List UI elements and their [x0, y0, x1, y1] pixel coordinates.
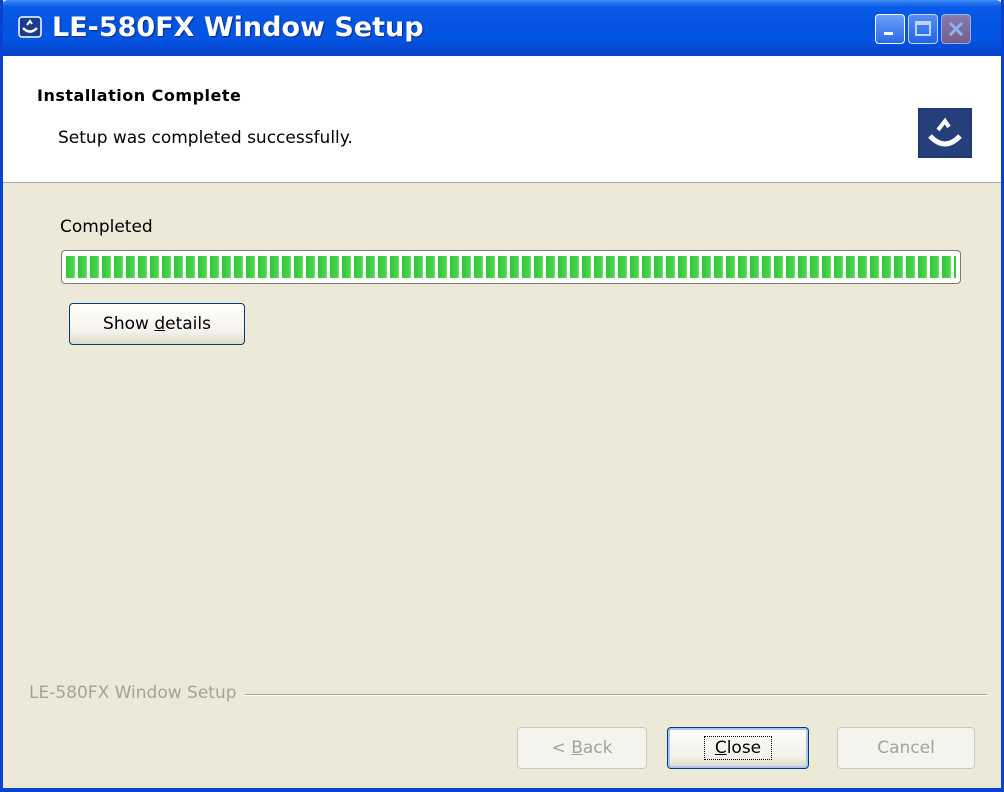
- app-icon: [18, 16, 42, 38]
- page-title: Installation Complete: [37, 86, 242, 105]
- title-bar[interactable]: LE-580FX Window Setup: [3, 0, 1001, 56]
- minimize-icon: [884, 32, 893, 35]
- maximize-button[interactable]: [908, 14, 938, 44]
- window-title: LE-580FX Window Setup: [52, 12, 424, 43]
- back-label: < Back: [551, 738, 613, 758]
- show-details-label: Show details: [103, 314, 211, 334]
- show-details-button[interactable]: Show details: [69, 303, 245, 345]
- minimize-button[interactable]: [875, 14, 905, 44]
- maximize-icon: [915, 21, 931, 36]
- header-panel: Installation Complete Setup was complete…: [3, 56, 1001, 183]
- install-progress-bar: [61, 250, 961, 284]
- progress-status-label: Completed: [60, 217, 153, 237]
- footer-branding: LE-580FX Window Setup: [29, 683, 245, 703]
- setup-window: LE-580FX Window Setup Installation Compl…: [0, 0, 1004, 792]
- progress-fill: [66, 256, 956, 278]
- close-button[interactable]: Close: [667, 727, 809, 769]
- setup-logo-icon: [918, 108, 972, 158]
- page-subtitle: Setup was completed successfully.: [58, 128, 353, 148]
- back-button[interactable]: < Back: [517, 727, 647, 769]
- close-label: Close: [703, 736, 773, 760]
- cancel-button[interactable]: Cancel: [837, 727, 975, 769]
- close-window-button[interactable]: [941, 14, 971, 44]
- cancel-label: Cancel: [877, 738, 935, 758]
- close-icon: [948, 21, 964, 37]
